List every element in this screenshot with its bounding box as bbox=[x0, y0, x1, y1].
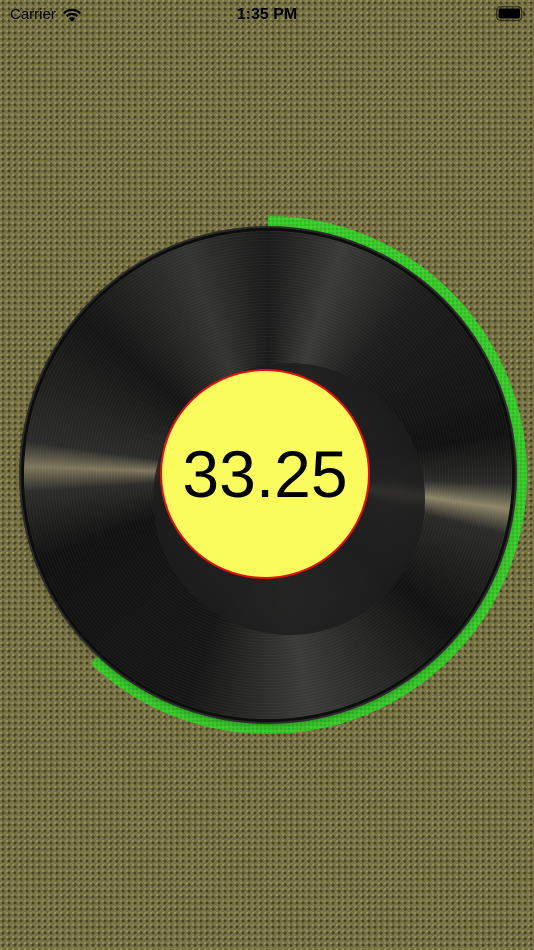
turntable[interactable]: 33.25 bbox=[0, 0, 534, 950]
record-label: 33.25 bbox=[160, 369, 370, 579]
speed-value: 33.25 bbox=[182, 437, 348, 511]
